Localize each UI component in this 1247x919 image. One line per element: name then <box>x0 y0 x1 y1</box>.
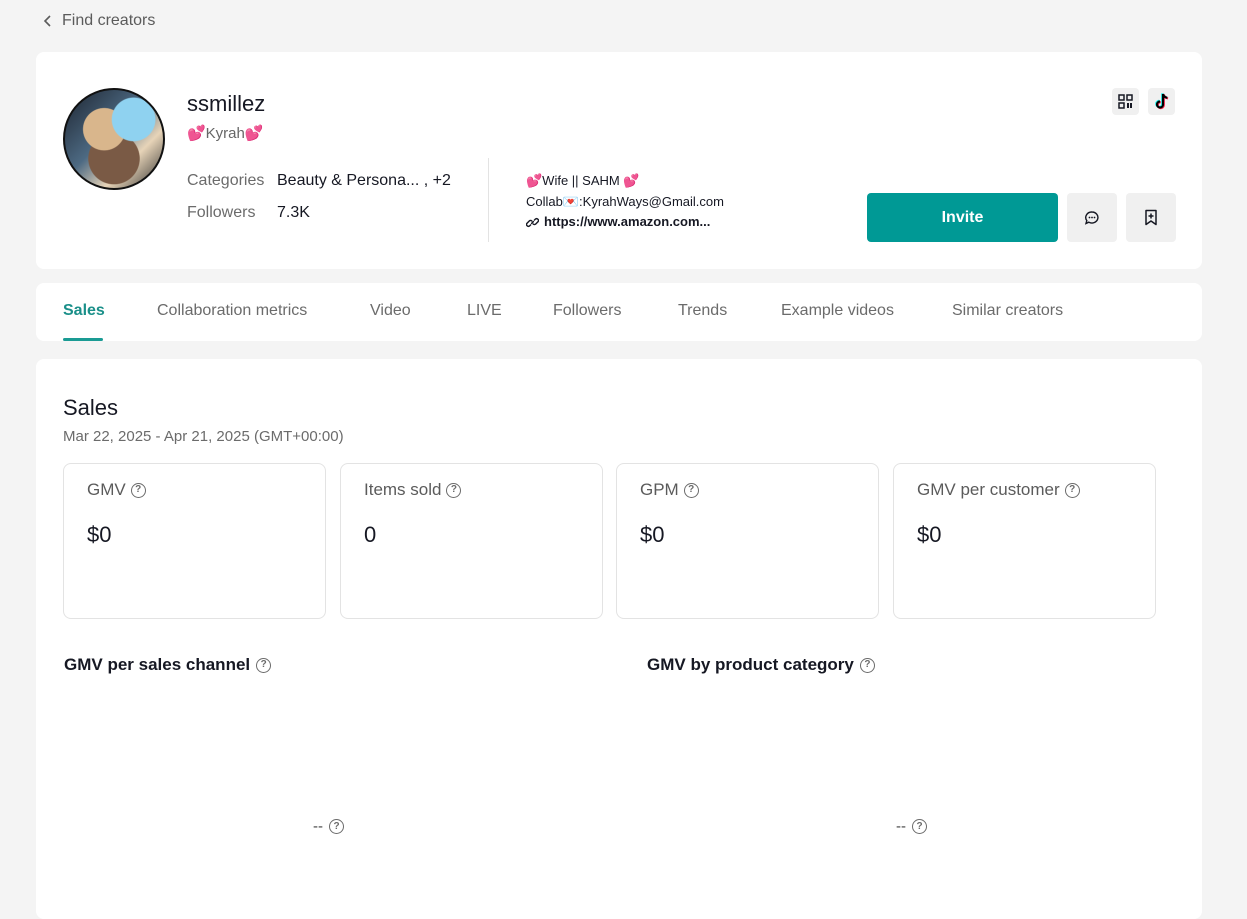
tab-collaboration-metrics[interactable]: Collaboration metrics <box>157 302 307 320</box>
help-icon[interactable]: ? <box>1064 482 1080 498</box>
tiktok-icon <box>1154 93 1168 110</box>
sales-section: Sales Mar 22, 2025 - Apr 21, 2025 (GMT+0… <box>36 359 1202 919</box>
bio-link[interactable]: https://www.amazon.com... <box>526 212 724 233</box>
followers-value: 7.3K <box>277 204 310 221</box>
metric-value: $0 <box>917 522 942 547</box>
metric-card-items-sold: Items sold ? 0 <box>340 463 603 619</box>
empty-value: -- <box>313 818 323 835</box>
tab-trends[interactable]: Trends <box>678 302 727 320</box>
tab-live[interactable]: LIVE <box>467 302 502 320</box>
metric-label-text: GMV per customer <box>917 480 1060 499</box>
tab-followers[interactable]: Followers <box>553 302 621 320</box>
bio-line-2: Collab💌:KyrahWays@Gmail.com <box>526 193 724 209</box>
qr-code-button[interactable] <box>1112 88 1139 115</box>
metric-card-gmv-per-customer: GMV per customer ? $0 <box>893 463 1156 619</box>
section-title-text: GMV per sales channel <box>64 655 251 674</box>
metric-label-text: GMV <box>87 480 126 499</box>
metric-label: Items sold ? <box>364 480 462 500</box>
creator-avatar <box>63 88 165 190</box>
help-icon[interactable]: ? <box>683 482 699 498</box>
sales-date-range: Mar 22, 2025 - Apr 21, 2025 (GMT+00:00) <box>63 428 344 445</box>
tab-sales[interactable]: Sales <box>63 302 105 320</box>
message-button[interactable] <box>1067 193 1117 242</box>
metric-card-gpm: GPM ? $0 <box>616 463 879 619</box>
metric-label-text: Items sold <box>364 480 442 499</box>
tab-similar-creators[interactable]: Similar creators <box>952 302 1063 320</box>
help-icon[interactable]: ? <box>446 482 462 498</box>
help-icon[interactable]: ? <box>912 819 927 834</box>
product-category-empty-state: -- ? <box>896 818 927 835</box>
gmv-by-product-category-title: GMV by product category ? <box>647 655 875 675</box>
qr-code-icon <box>1118 94 1133 109</box>
metric-value: 0 <box>364 522 377 547</box>
followers-row: Followers 7.3K <box>187 204 310 222</box>
bookmark-add-icon <box>1145 209 1157 226</box>
back-to-find-creators[interactable]: Find creators <box>42 12 155 30</box>
creator-bio: 💕Wife || SAHM 💕 Collab💌:KyrahWays@Gmail.… <box>526 171 724 233</box>
creator-profile-card: ssmillez 💕Kyrah💕 Categories Beauty & Per… <box>36 52 1202 269</box>
section-title-text: GMV by product category <box>647 655 854 674</box>
chat-icon <box>1084 210 1099 225</box>
help-icon[interactable]: ? <box>256 657 272 673</box>
help-icon[interactable]: ? <box>130 482 146 498</box>
profile-divider <box>488 158 489 242</box>
metric-label: GPM ? <box>640 480 699 500</box>
sales-title: Sales <box>63 395 119 420</box>
empty-value: -- <box>896 818 906 835</box>
link-icon <box>526 217 539 227</box>
creator-nickname: 💕Kyrah💕 <box>187 125 264 142</box>
tab-bar: Sales Collaboration metrics Video LIVE F… <box>36 283 1202 341</box>
metric-value: $0 <box>640 522 665 547</box>
active-tab-indicator <box>63 338 103 341</box>
metric-label: GMV ? <box>87 480 146 500</box>
metric-label-text: GPM <box>640 480 679 499</box>
sales-channel-empty-state: -- ? <box>313 818 344 835</box>
tab-example-videos[interactable]: Example videos <box>781 302 894 320</box>
gmv-per-sales-channel-title: GMV per sales channel ? <box>64 655 272 675</box>
categories-value[interactable]: Beauty & Persona... , +2 <box>277 172 451 190</box>
invite-button[interactable]: Invite <box>867 193 1058 242</box>
followers-label: Followers <box>187 204 256 221</box>
categories-row: Categories Beauty & Persona... , +2 <box>187 172 451 190</box>
help-icon[interactable]: ? <box>859 657 875 673</box>
tab-video[interactable]: Video <box>370 302 411 320</box>
metric-card-gmv: GMV ? $0 <box>63 463 326 619</box>
categories-label: Categories <box>187 172 265 189</box>
tiktok-profile-button[interactable] <box>1148 88 1175 115</box>
bio-line-1: 💕Wife || SAHM 💕 <box>526 173 640 188</box>
back-label: Find creators <box>62 12 156 29</box>
metric-label: GMV per customer ? <box>917 480 1080 500</box>
metric-value: $0 <box>87 522 112 547</box>
chevron-left-icon <box>43 15 51 27</box>
bio-link-text: https://www.amazon.com... <box>544 214 711 229</box>
help-icon[interactable]: ? <box>329 819 344 834</box>
creator-username: ssmillez <box>187 91 266 116</box>
save-creator-button[interactable] <box>1126 193 1176 242</box>
